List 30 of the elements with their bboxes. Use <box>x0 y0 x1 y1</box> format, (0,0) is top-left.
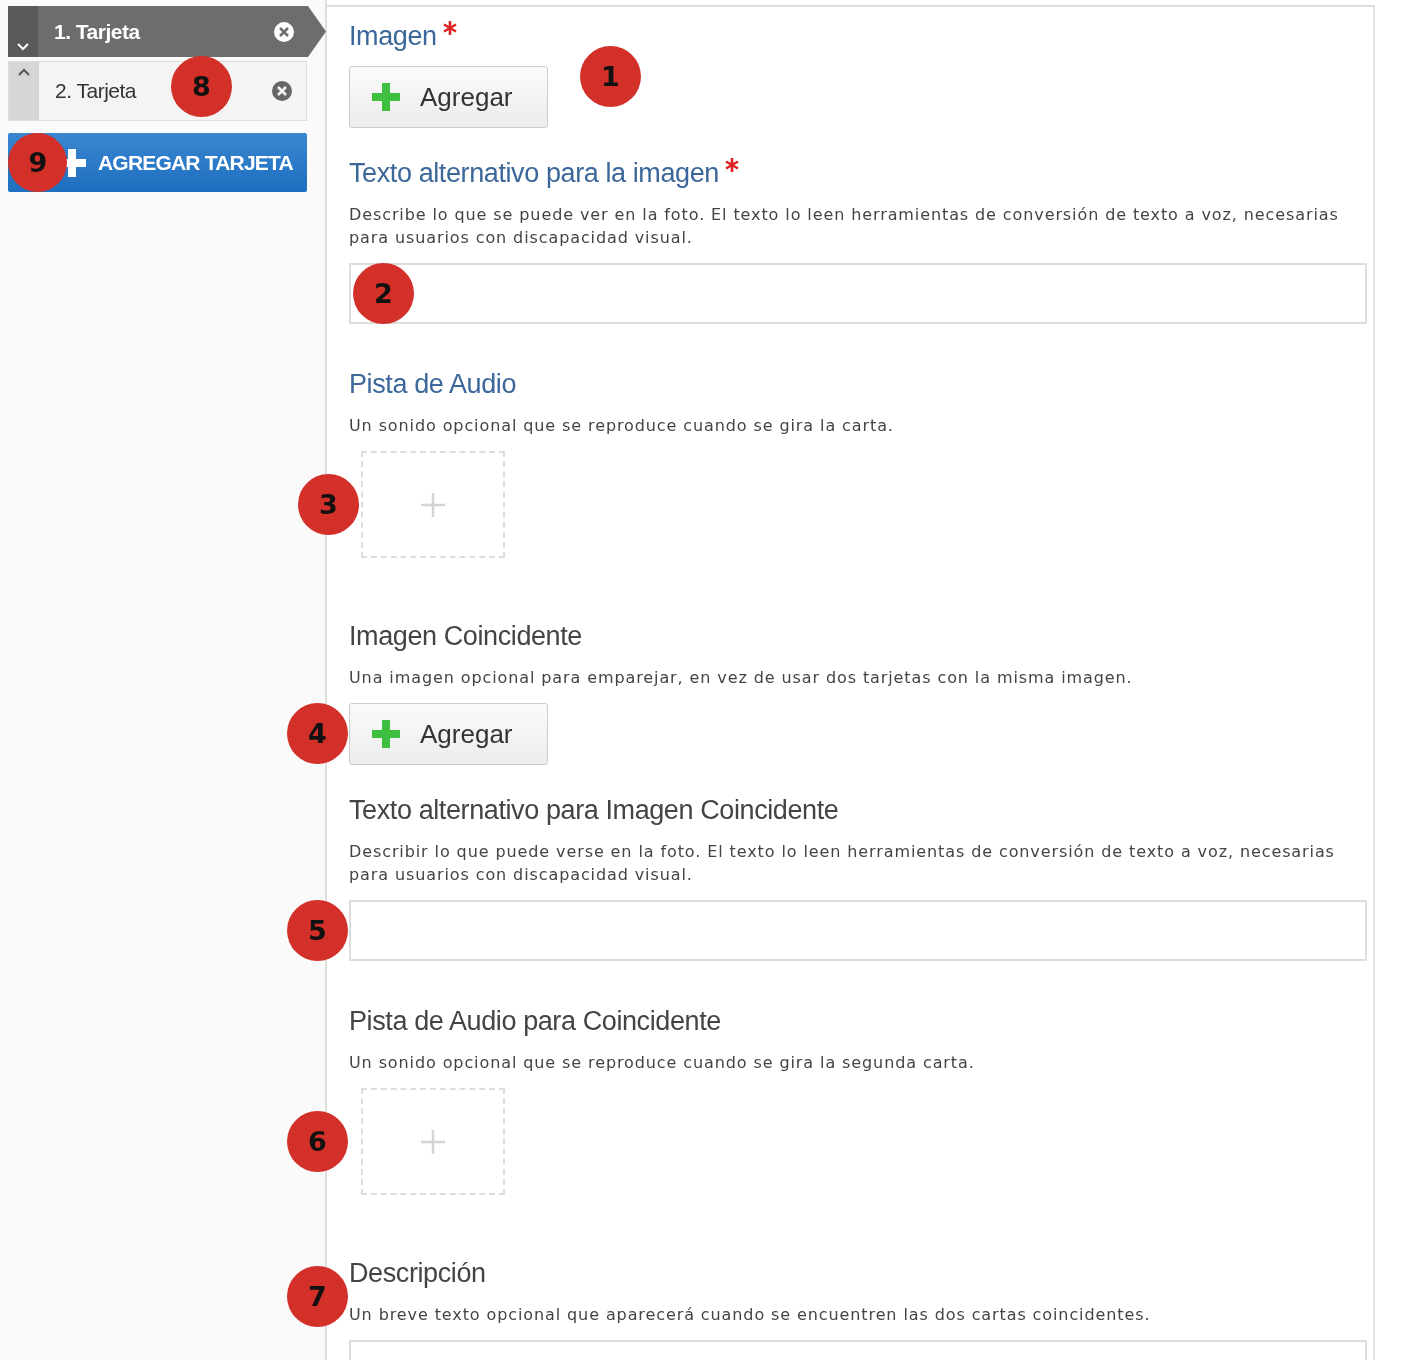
add-image-button[interactable]: Agregar <box>349 703 548 765</box>
field-label: Texto alternativo para la imagen <box>349 158 719 189</box>
field-label: Imagen <box>349 21 437 52</box>
add-image-button[interactable]: Agregar <box>349 66 548 128</box>
plus-icon <box>372 720 400 748</box>
field-description: Describir lo que puede verse en la foto. El texto lo leen herramientas de conversión de texto a voz, necesarias para usuarios con discapacidad visual. <box>349 841 1336 886</box>
field-description: Una imagen opcional para emparejar, en vez de usar dos tarjetas con la misma imagen. <box>349 667 1134 689</box>
field-label: Pista de Audio <box>349 369 517 400</box>
field-label: Texto alternativo para Imagen Coincidente <box>349 795 839 826</box>
field-description: Un sonido opcional que se reproduce cuando se gira la carta. <box>349 415 895 437</box>
field-label: Pista de Audio para Coincidente <box>349 1006 721 1037</box>
field-description: Un sonido opcional que se reproduce cuando se gira la segunda carta. <box>349 1052 976 1074</box>
required-asterisk-icon <box>442 21 457 35</box>
field-label: Descripción <box>349 1258 486 1289</box>
card-tab[interactable]: 1. Tarjeta <box>8 6 326 57</box>
add-card-button[interactable]: 9 AGREGAR TARJETA <box>8 133 307 192</box>
callout-marker: 8 <box>171 56 232 117</box>
callout-marker: 9 <box>8 133 67 192</box>
card-label: 2. Tarjeta <box>55 79 136 103</box>
callout-marker: 1 <box>580 46 641 107</box>
close-icon[interactable] <box>273 20 295 43</box>
card-label: 1. Tarjeta <box>54 19 140 44</box>
chevron-down-icon[interactable] <box>17 43 29 51</box>
field-description: Describe lo que se puede ver en la foto. El texto lo leen herramientas de conversión de texto a voz, necesarias para usuarios con discapacidad visual. <box>349 204 1340 249</box>
chevron-up-icon[interactable] <box>18 68 30 76</box>
close-icon[interactable] <box>271 80 293 102</box>
plus-icon <box>372 83 400 111</box>
field-description: Un breve texto opcional que aparecerá cuando se encuentren las dos cartas coincidentes. <box>349 1304 1152 1326</box>
required-asterisk-icon <box>724 158 739 172</box>
field-label: Imagen Coincidente <box>349 621 582 652</box>
